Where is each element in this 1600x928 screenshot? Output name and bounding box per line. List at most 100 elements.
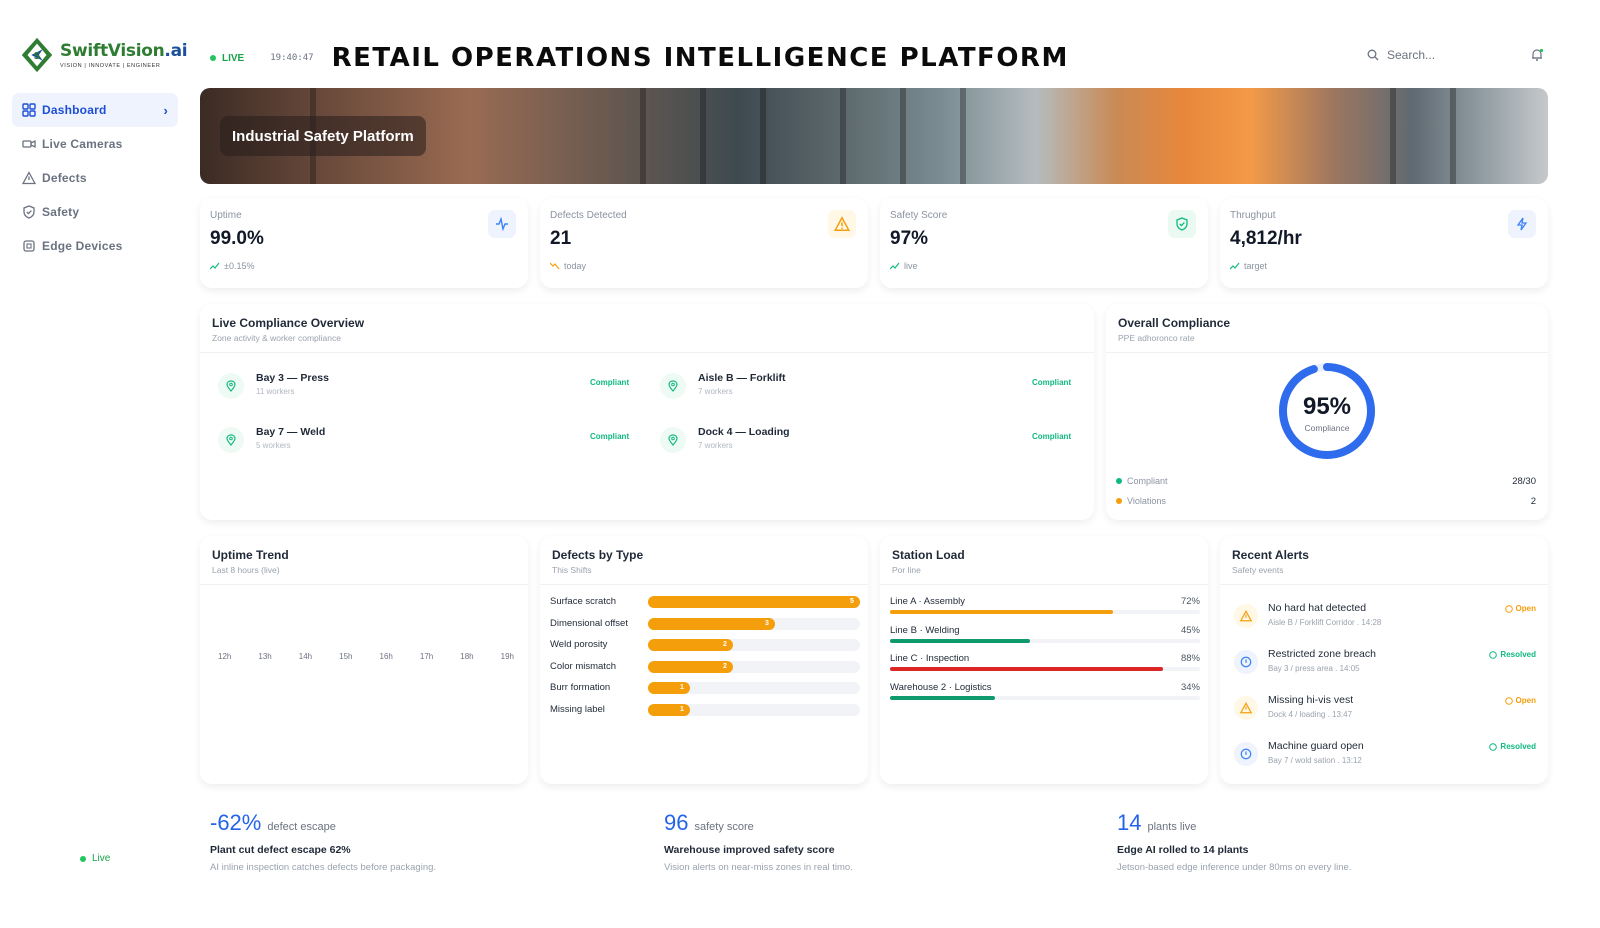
shield-check-icon [1168,210,1196,238]
station-label: Warehouse 2 · Logistics [890,681,992,693]
alert-item[interactable]: Restricted zone breach Bay 3 / press area… [1234,646,1536,686]
info-icon [1234,650,1258,674]
zone-row[interactable]: Dock 4 — Loading 7 workers Compliant [660,424,1080,458]
compliance-overview-card: Live Compliance Overview Zone activity &… [200,304,1094,520]
load-track [890,610,1200,614]
alert-item[interactable]: Missing hi-vis vest Dock 4 / loading . 13… [1234,692,1536,732]
kpi-uptime[interactable]: Uptime 99.0% ±0.15% [200,198,528,288]
alert-status-label: Open [1515,604,1536,613]
zone-workers: 11 workers [256,387,295,396]
recent-alerts-card: Recent Alerts Safety events No hard hat … [1220,536,1548,784]
check-circle-icon [1489,650,1498,659]
bell-icon[interactable] [1530,48,1544,62]
card-subtitle: Safety events [1232,565,1284,575]
defect-bar-row[interactable]: Missing label 1 [550,702,860,718]
defect-bar-row[interactable]: Dimensional offset 3 [550,616,860,632]
kpi-sub-text: live [904,261,918,271]
sidebar-item-safety[interactable]: Safety [12,195,178,229]
trend-up-icon [1230,262,1240,270]
station-value: 88% [1180,653,1200,664]
bar-label: Missing label [550,703,605,715]
kpi-label: Defects Detected [550,210,627,221]
status-badge: Compliant [590,432,630,441]
load-fill [890,610,1113,614]
load-fill [890,667,1163,671]
station-load-row[interactable]: Line A · Assembly 72% [890,596,1200,620]
alert-item[interactable]: No hard hat detected Aisle B / Forklift C… [1234,600,1536,640]
clock: 19:40:47 [270,53,314,63]
station-load-row[interactable]: Line B · Welding 45% [890,625,1200,649]
legend-dot-icon [1116,478,1122,484]
bar-track: 1 [648,703,860,716]
sidebar-item-label: Safety [42,205,80,219]
brand-name: SwiftVision.ai [60,41,188,61]
axis-tick-label: 16h [379,652,393,661]
stat-plants-live: 14 plants live Edge AI rolled to 14 plant… [1117,810,1537,880]
status-badge: Compliant [1032,378,1072,387]
zone-row[interactable]: Bay 3 — Press 11 workers Compliant [218,370,638,404]
location-pin-icon [218,427,244,453]
live-dot-icon [210,55,216,61]
defect-bar-row[interactable]: Color mismatch 2 [550,659,860,675]
defect-bar-row[interactable]: Burr formation 1 [550,680,860,696]
zone-workers: 7 workers [698,387,733,396]
zone-row[interactable]: Bay 7 — Weld 5 workers Compliant [218,424,638,458]
legend-compliant: Compliant [1116,476,1168,486]
bar-track: 5 [648,596,860,608]
sidebar-item-dashboard[interactable]: Dashboard › [12,93,178,127]
zone-row[interactable]: Aisle B — Forklift 7 workers Compliant [660,370,1080,404]
live-indicator: LIVE [210,53,244,64]
alert-status-label: Resolved [1500,742,1536,751]
station-label: Line A · Assembly [890,596,965,607]
zone-name: Bay 3 — Press [256,372,329,384]
alert-status: Resolved [1489,742,1536,751]
kpi-defects[interactable]: Defects Detected 21 today [540,198,868,288]
bar-value: 1 [680,684,684,691]
stat-headline: Warehouse improved safety score [664,844,835,856]
legend-value: 28/30 [1512,476,1536,487]
search-box[interactable]: Search... [1367,48,1435,62]
kpi-value: 21 [550,228,572,249]
kpi-safety-score[interactable]: Safety Score 97% live [880,198,1208,288]
zone-name: Aisle B — Forklift [698,372,786,384]
legend-label: Violations [1127,496,1166,506]
alert-status: Open [1504,604,1536,613]
alert-title: Machine guard open [1268,740,1364,752]
zone-name: Dock 4 — Loading [698,426,790,438]
bar-fill [648,596,860,608]
bar-fill [648,617,775,630]
chip-icon [23,240,35,252]
bar-track: 1 [648,682,860,694]
status-badge: Compliant [1032,432,1072,441]
load-fill [890,638,1030,643]
clock-icon [1504,604,1513,613]
warning-icon [22,171,36,185]
defect-bar-row[interactable]: Surface scratch 5 [550,594,860,610]
sidebar-item-defects[interactable]: Defects [12,161,178,195]
warning-icon [1234,696,1258,720]
live-label: LIVE [222,52,245,64]
bolt-icon [1508,210,1536,238]
defect-bar-row[interactable]: Weld porosity 2 [550,637,860,653]
sidebar-item-edge-devices[interactable]: Edge Devices [12,229,178,263]
bar-label: Burr formation [550,682,611,693]
location-pin-icon [218,373,244,399]
sidebar-item-live-cameras[interactable]: Live Cameras [12,127,178,161]
kpi-throughput[interactable]: Thrughput 4,812/hr target [1220,198,1548,288]
kpi-label: Uptime [210,210,242,221]
station-load-row[interactable]: Warehouse 2 · Logistics 34% [890,682,1200,706]
ring-label: Compliance [1305,423,1350,433]
alert-status-label: Resolved [1500,650,1536,659]
station-value: 72% [1180,596,1200,607]
station-load-row[interactable]: Line C · Inspection 88% [890,653,1200,677]
alert-item[interactable]: Machine guard open Bay 7 / wold sation . … [1234,738,1536,778]
alert-title: Restricted zone breach [1268,648,1376,660]
station-value: 45% [1180,624,1200,636]
location-pin-icon [660,427,686,453]
search-input[interactable]: Search... [1387,48,1435,62]
kpi-sub: live [890,261,918,271]
stat-safety-score: 96 safety score Warehouse improved safety… [664,810,1084,880]
legend-label: Compliant [1127,476,1168,486]
alert-meta: Bay 7 / wold sation . 13:12 [1268,756,1362,765]
brand-logo[interactable]: S SwiftVision.ai VISION | INNOVATE | ENG… [18,36,188,74]
